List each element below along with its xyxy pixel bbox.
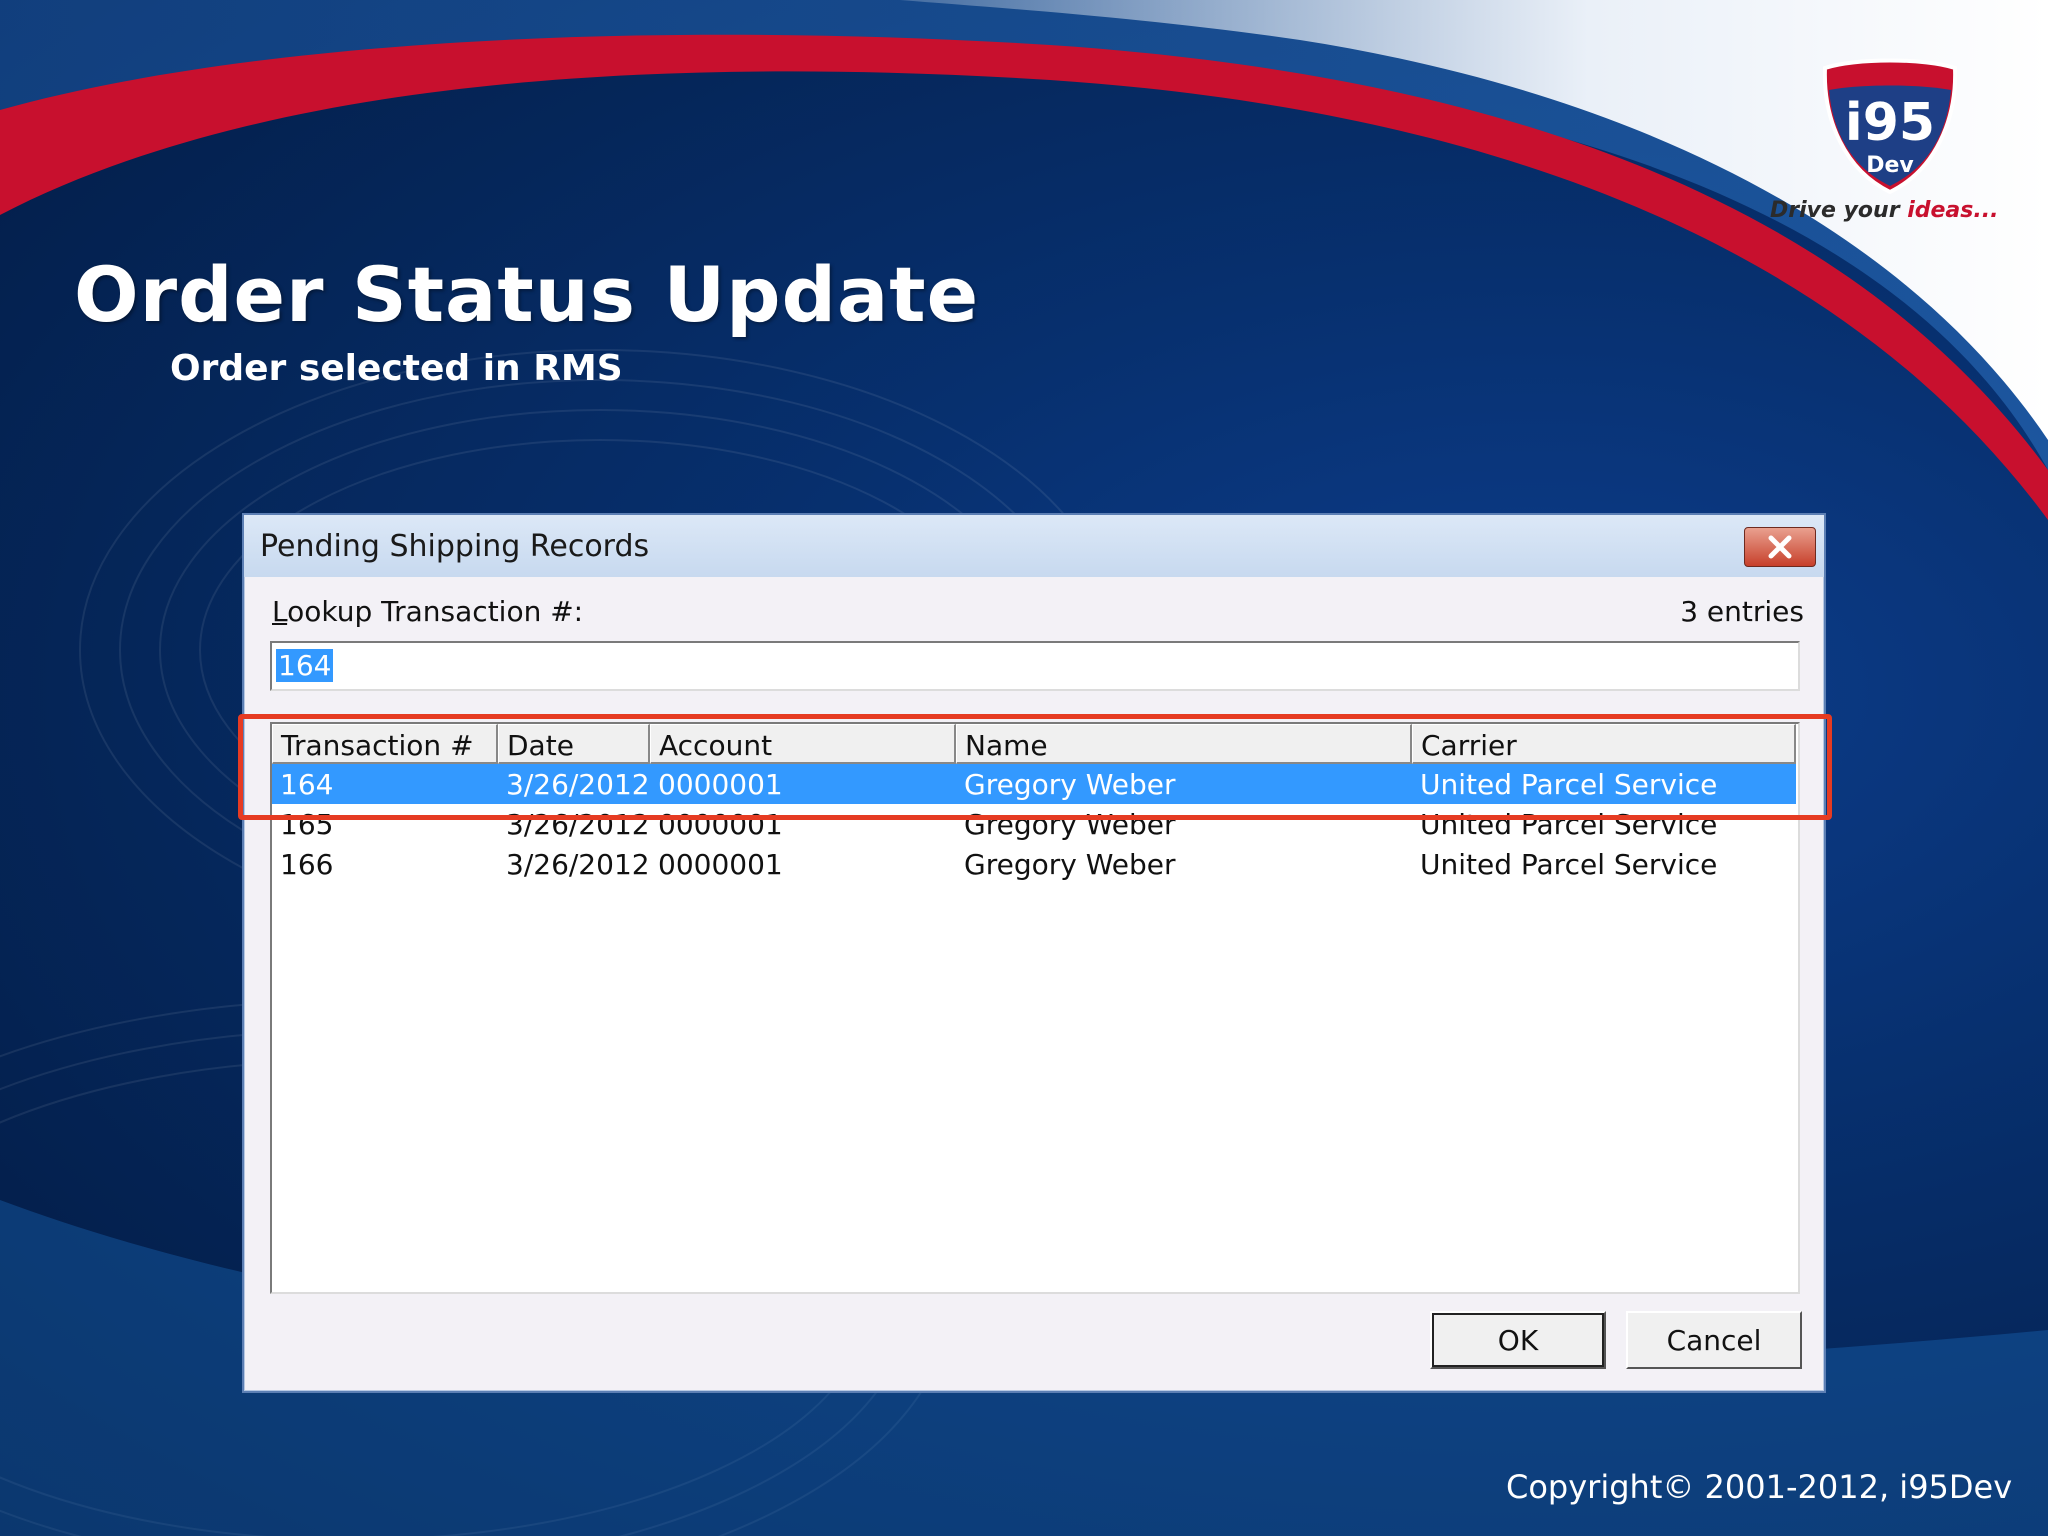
copyright-text: Copyright© 2001-2012, i95Dev (1506, 1468, 2013, 1506)
cell-date: 3/26/2012 (506, 848, 650, 881)
dialog-titlebar[interactable]: Pending Shipping Records (244, 515, 1824, 577)
cell-name: Gregory Weber (964, 848, 1176, 881)
cell-carrier: United Parcel Service (1420, 848, 1718, 881)
logo-sub-text: Dev (1866, 153, 1914, 178)
cell-account: 0000001 (658, 848, 783, 881)
i95dev-logo: i95 Dev (1822, 58, 1958, 195)
pending-shipping-dialog: Pending Shipping Records Lookup Transact… (242, 513, 1826, 1393)
lookup-label-accesskey: L (272, 595, 288, 628)
logo-brand-text: i95 (1845, 93, 1935, 153)
entries-count: 3 entries (1680, 595, 1804, 628)
table-row[interactable]: 166 3/26/2012 0000001 Gregory Weber Unit… (272, 844, 1796, 884)
cancel-button[interactable]: Cancel (1626, 1311, 1802, 1369)
close-button[interactable] (1744, 527, 1816, 567)
tagline-prefix: Drive your (1770, 198, 1908, 223)
lookup-input-value: 164 (276, 649, 334, 682)
ok-button[interactable]: OK (1430, 1311, 1606, 1369)
lookup-label: Lookup Transaction #: (272, 595, 583, 628)
close-icon (1768, 535, 1792, 559)
tagline-emphasis: ideas... (1907, 198, 1999, 223)
cancel-button-label: Cancel (1666, 1323, 1762, 1357)
lookup-transaction-input[interactable]: 164 (270, 641, 1800, 691)
slide-title: Order Status Update (74, 250, 980, 339)
lookup-label-text: ookup Transaction #: (287, 595, 584, 628)
selection-highlight-box (238, 714, 1832, 820)
cell-transaction: 166 (280, 848, 334, 881)
ok-button-label: OK (1497, 1323, 1539, 1357)
logo-tagline: Drive your ideas... (1770, 198, 1998, 223)
slide-subtitle: Order selected in RMS (170, 348, 623, 389)
dialog-title: Pending Shipping Records (260, 529, 650, 564)
